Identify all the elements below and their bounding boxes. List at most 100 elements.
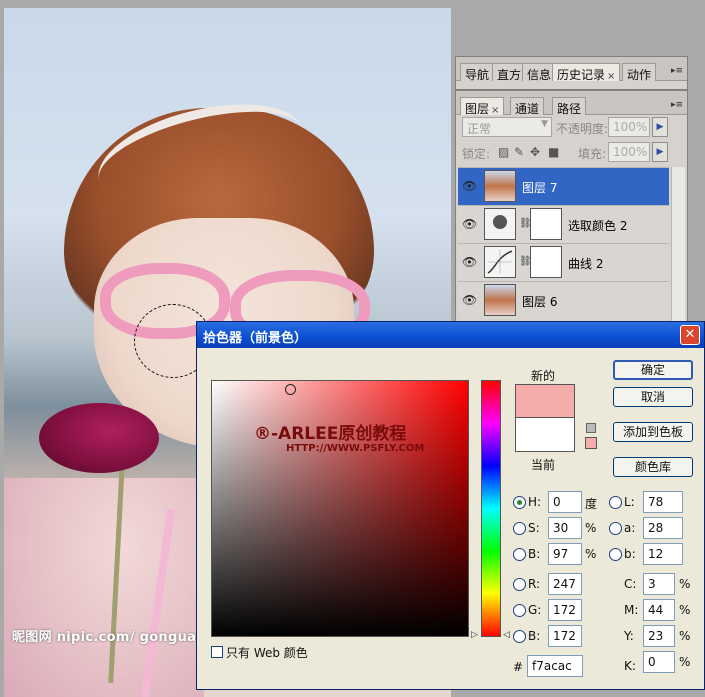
hue-slider[interactable] (481, 380, 501, 637)
ok-button[interactable]: 确定 (613, 360, 693, 380)
layer-thumbnail (484, 170, 516, 202)
lab-b-input[interactable]: 12 (643, 543, 683, 565)
hue-slider-right-arrow-icon[interactable]: ◁ (503, 630, 510, 640)
close-icon[interactable]: × (491, 105, 499, 116)
radio-b[interactable] (513, 548, 526, 561)
watermark-url: HTTP://WWW.PSFLY.COM (286, 443, 425, 454)
radio-s[interactable] (513, 522, 526, 535)
r-label: R: (528, 577, 541, 591)
opacity-label: 不透明度: (556, 122, 609, 136)
m-unit: % (679, 603, 691, 617)
panel-menu-icon[interactable]: ▸≡ (671, 100, 685, 110)
watermark-logo: ®-ARLEE原创教程 (254, 424, 407, 444)
lock-all-icon[interactable]: ■ (548, 145, 559, 159)
tab-navigator[interactable]: 导航 (460, 63, 495, 82)
y-input[interactable]: 23 (643, 625, 675, 647)
eye-icon[interactable]: 👁 (462, 293, 478, 307)
h-input[interactable]: 0 (548, 491, 582, 513)
dialog-titlebar[interactable]: 拾色器（前景色） ✕ (197, 322, 704, 348)
tab-paths[interactable]: 路径 (552, 97, 587, 116)
a-label: a: (624, 521, 636, 535)
s-input[interactable]: 30 (548, 517, 582, 539)
opacity-field[interactable]: 100% (608, 117, 650, 137)
layer-thumbnail (484, 284, 516, 316)
only-web-colors-label: 只有 Web 颜色 (226, 646, 308, 660)
current-color-swatch[interactable] (515, 418, 575, 452)
mask-thumbnail[interactable] (530, 208, 562, 240)
lock-label: 锁定: (462, 147, 491, 161)
layer-row-6[interactable]: 👁 图层 6 (458, 281, 669, 319)
layer-row-7[interactable]: 👁 图层 7 (458, 167, 669, 205)
lock-move-icon[interactable]: ✥ (530, 145, 540, 159)
layers-tabs: 图层 × 通道 路径 ▸≡ (456, 91, 687, 116)
color-libraries-button[interactable]: 颜色库 (613, 457, 693, 477)
history-panel: 导航 直方 信息 历史记录 × 动作 ▸≡ (455, 56, 688, 90)
radio-lab-b[interactable] (609, 548, 622, 561)
blend-row: 正常 ▼ 不透明度: 100% ▶ (458, 117, 685, 143)
only-web-colors-checkbox[interactable] (211, 646, 223, 658)
l-input[interactable]: 78 (643, 491, 683, 513)
eye-icon[interactable]: 👁 (462, 255, 478, 269)
lock-paint-icon[interactable]: ✎ (514, 145, 524, 159)
radio-blue[interactable] (513, 630, 526, 643)
layer-row-curves[interactable]: 👁 ⛓ 曲线 2 (458, 243, 669, 281)
chevron-down-icon: ▼ (541, 119, 548, 129)
cube-icon[interactable] (586, 423, 596, 433)
eye-icon[interactable]: 👁 (462, 217, 478, 231)
cancel-button[interactable]: 取消 (613, 387, 693, 407)
color-picker-cursor[interactable] (285, 384, 296, 395)
radio-h[interactable] (513, 496, 526, 509)
y-label: Y: (624, 629, 634, 643)
radio-l[interactable] (609, 496, 622, 509)
blue-input[interactable]: 172 (548, 625, 582, 647)
c-unit: % (679, 577, 691, 591)
layer-name[interactable]: 图层 6 (522, 293, 557, 310)
layer-name[interactable]: 选取颜色 2 (568, 217, 627, 234)
hue-slider-left-arrow-icon[interactable]: ▷ (471, 630, 478, 640)
fill-label: 填充: (578, 147, 607, 161)
tab-channels[interactable]: 通道 (510, 97, 545, 116)
tab-history[interactable]: 历史记录 × (552, 63, 621, 82)
a-input[interactable]: 28 (643, 517, 683, 539)
adjustment-icon (484, 208, 516, 240)
g-input[interactable]: 172 (548, 599, 582, 621)
lock-transparent-icon[interactable]: ▨ (498, 145, 509, 159)
eye-icon[interactable]: 👁 (462, 179, 478, 193)
b-label: B: (528, 547, 541, 561)
layer-name[interactable]: 曲线 2 (568, 255, 603, 272)
tab-layers[interactable]: 图层 × (460, 97, 505, 116)
k-input[interactable]: 0 (643, 651, 675, 673)
hex-input[interactable]: f7acac (527, 655, 583, 677)
m-input[interactable]: 44 (643, 599, 675, 621)
k-label: K: (624, 659, 636, 673)
layers-scrollbar[interactable] (671, 167, 685, 329)
layer-row-selective-color[interactable]: 👁 ⛓ 选取颜色 2 (458, 205, 669, 243)
r-input[interactable]: 247 (548, 573, 582, 595)
close-icon[interactable]: ✕ (680, 325, 700, 345)
k-unit: % (679, 655, 691, 669)
new-color-swatch (515, 384, 575, 418)
radio-r[interactable] (513, 578, 526, 591)
c-input[interactable]: 3 (643, 573, 675, 595)
radio-g[interactable] (513, 604, 526, 617)
b-input[interactable]: 97 (548, 543, 582, 565)
s-label: S: (528, 521, 540, 535)
color-picker-dialog: 拾色器（前景色） ✕ ®-ARLEE原创教程 HTTP://WWW.PSFLY.… (196, 321, 705, 690)
mask-thumbnail[interactable] (530, 246, 562, 278)
blend-mode-select[interactable]: 正常 ▼ (462, 117, 552, 137)
add-to-swatches-button[interactable]: 添加到色板 (613, 422, 693, 442)
web-safe-swatch[interactable] (585, 437, 597, 449)
tab-histogram[interactable]: 直方 (492, 63, 527, 82)
fill-arrow-button[interactable]: ▶ (652, 142, 668, 162)
tab-actions[interactable]: 动作 (622, 63, 657, 82)
curves-icon (484, 246, 516, 278)
layer-name[interactable]: 图层 7 (522, 179, 557, 196)
y-unit: % (679, 629, 691, 643)
opacity-arrow-button[interactable]: ▶ (652, 117, 668, 137)
panel-menu-icon[interactable]: ▸≡ (671, 66, 685, 76)
tab-info[interactable]: 信息 (522, 63, 557, 82)
radio-a[interactable] (609, 522, 622, 535)
close-icon[interactable]: × (607, 71, 615, 82)
saturation-brightness-field[interactable]: ®-ARLEE原创教程 HTTP://WWW.PSFLY.COM (211, 380, 469, 637)
fill-field[interactable]: 100% (608, 142, 650, 162)
